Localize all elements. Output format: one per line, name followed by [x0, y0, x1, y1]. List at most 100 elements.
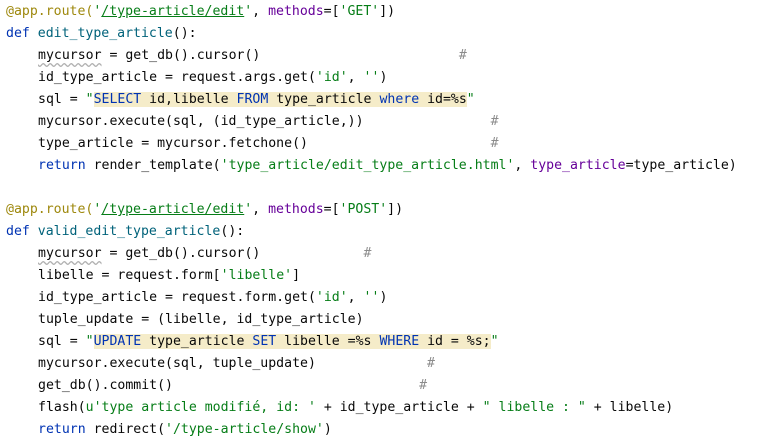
- code-token: /type-article/edit: [101, 4, 245, 19]
- code-line[interactable]: libelle = request.form['libelle']: [0, 265, 300, 287]
- code-token: sql =: [38, 92, 86, 107]
- code-line[interactable]: @app.route('/type-article/edit', methods…: [0, 1, 395, 23]
- code-token: = get_db().cursor(): [101, 246, 261, 261]
- code-line[interactable]: def valid_edit_type_article():: [0, 221, 244, 243]
- code-token: mycursor.execute(sql, (id_type_article,)…: [38, 114, 364, 129]
- code-token: type_article = mycursor.fetchone(): [38, 136, 308, 151]
- code-token: 'libelle': [220, 268, 293, 283]
- code-token: ,: [347, 70, 364, 85]
- code-token: ]): [387, 202, 404, 217]
- code-editor[interactable]: @app.route('/type-article/edit', methods…: [0, 0, 769, 445]
- code-token: ]: [292, 268, 301, 283]
- code-token: =[: [323, 202, 340, 217]
- code-token: @app.route(: [6, 4, 94, 19]
- code-line[interactable]: mycursor = get_db().cursor() #: [0, 243, 371, 265]
- code-token: 'type_article/edit_type_article.html': [220, 158, 515, 173]
- code-line[interactable]: get_db().commit() #: [0, 375, 427, 397]
- code-token: valid_edit_type_article: [37, 224, 221, 239]
- code-token: type_article: [268, 92, 380, 107]
- code-line[interactable]: flash(u'type article modifié, id: ' + id…: [0, 397, 673, 419]
- code-line[interactable]: id_type_article = request.form.get('id',…: [0, 287, 387, 309]
- code-line[interactable]: tuple_update = (libelle, id_type_article…: [0, 309, 364, 331]
- code-line[interactable]: type_article = mycursor.fetchone() #: [0, 133, 499, 155]
- code-token: ": [490, 334, 499, 349]
- code-token: '': [363, 70, 380, 85]
- code-token: ': [244, 4, 253, 19]
- code-line[interactable]: id_type_article = request.args.get('id',…: [0, 67, 387, 89]
- code-token: mycursor: [38, 48, 102, 63]
- code-token: methods: [268, 202, 324, 217]
- code-token: ,: [347, 290, 364, 305]
- code-token: ): [379, 70, 388, 85]
- code-token: get_db().commit(): [38, 378, 173, 393]
- code-token: render_template(: [93, 158, 221, 173]
- code-token: ,: [252, 4, 269, 19]
- code-line[interactable]: mycursor.execute(sql, tuple_update) #: [0, 353, 435, 375]
- code-token: libelle = request.form[: [38, 268, 221, 283]
- code-token: FROM: [236, 92, 269, 107]
- code-line[interactable]: sql = "SELECT id,libelle FROM type_artic…: [0, 89, 475, 111]
- code-line[interactable]: mycursor.execute(sql, (id_type_article,)…: [0, 111, 499, 133]
- code-token: =[: [323, 4, 340, 19]
- code-token: return: [38, 158, 94, 173]
- code-token: id_type_article = request.form.get(: [38, 290, 316, 305]
- code-token: = get_db().cursor(): [101, 48, 261, 63]
- code-token: def: [6, 26, 38, 41]
- code-token: ,: [252, 202, 269, 217]
- code-token: id,libelle: [141, 92, 237, 107]
- code-token: sql =: [38, 334, 86, 349]
- code-token: id_type_article = request.args.get(: [38, 70, 316, 85]
- code-token: #: [260, 246, 372, 261]
- code-token: ): [323, 422, 332, 437]
- code-token: mycursor.execute(sql, tuple_update): [38, 356, 316, 371]
- code-token: #: [315, 356, 435, 371]
- code-token: ,: [514, 158, 531, 173]
- code-token: #: [172, 378, 428, 393]
- code-token: return: [38, 422, 94, 437]
- code-line[interactable]: def edit_type_article():: [0, 23, 197, 45]
- code-token: redirect(: [93, 422, 166, 437]
- code-token: ]): [379, 4, 396, 19]
- code-token: ": [466, 92, 475, 107]
- code-token: tuple_update = (libelle, id_type_article…: [38, 312, 364, 327]
- code-token: SET: [252, 334, 277, 349]
- code-line[interactable]: return render_template('type_article/edi…: [0, 155, 737, 177]
- code-token: UPDATE: [93, 334, 142, 349]
- code-token: flash(: [38, 400, 86, 415]
- code-token: u'type article modifié, id: ': [85, 400, 316, 415]
- code-token: id=%s: [419, 92, 467, 107]
- code-token: 'id': [315, 290, 348, 305]
- code-line[interactable]: sql = "UPDATE type_article SET libelle =…: [0, 331, 499, 353]
- code-token: type_article: [530, 158, 626, 173]
- code-token: '/type-article/show': [165, 422, 324, 437]
- code-token: edit_type_article: [37, 26, 173, 41]
- code-token: " libelle : ": [482, 400, 586, 415]
- code-token: + libelle): [585, 400, 674, 415]
- code-token: def: [6, 224, 38, 239]
- code-token: @app.route(: [6, 202, 94, 217]
- code-token: #: [307, 136, 499, 151]
- code-line[interactable]: [0, 177, 6, 199]
- code-token: '': [363, 290, 380, 305]
- code-token: type_article: [141, 334, 253, 349]
- code-token: ': [244, 202, 253, 217]
- code-token: #: [363, 114, 499, 129]
- code-token: ": [85, 92, 94, 107]
- code-token: /type-article/edit: [101, 202, 245, 217]
- code-token: + id_type_article +: [315, 400, 483, 415]
- code-token: methods: [268, 4, 324, 19]
- code-token: #: [260, 48, 467, 63]
- code-line[interactable]: return redirect('/type-article/show'): [0, 419, 332, 441]
- code-token: mycursor: [38, 246, 102, 261]
- code-token: 'id': [315, 70, 348, 85]
- code-token: =type_article): [625, 158, 737, 173]
- code-token: ): [379, 290, 388, 305]
- code-token: id = %s;: [419, 334, 491, 349]
- code-token: WHERE: [379, 334, 420, 349]
- code-token: ": [85, 334, 94, 349]
- code-token: 'GET': [339, 4, 380, 19]
- code-line[interactable]: @app.route('/type-article/edit', methods…: [0, 199, 403, 221]
- code-line[interactable]: mycursor = get_db().cursor() #: [0, 45, 467, 67]
- code-token: 'POST': [339, 202, 388, 217]
- code-token: libelle =%s: [276, 334, 380, 349]
